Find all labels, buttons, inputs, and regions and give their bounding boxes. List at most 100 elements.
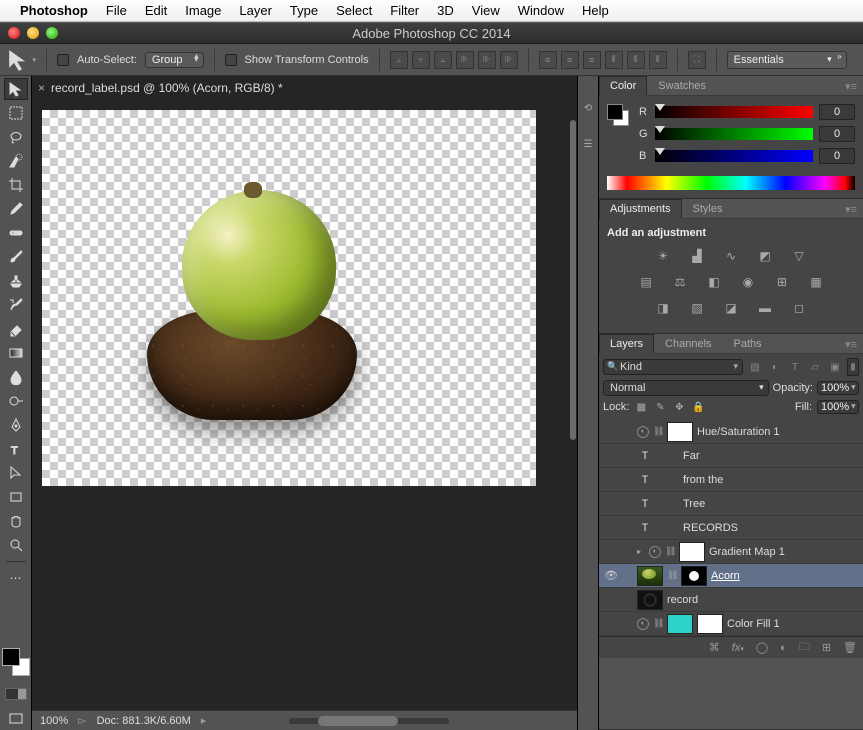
mask-thumbnail[interactable] <box>681 566 707 586</box>
layer-name[interactable]: Acorn <box>711 570 740 582</box>
menu-window[interactable]: Window <box>518 3 564 18</box>
hue-sat-icon[interactable]: ▤ <box>637 273 655 291</box>
visibility-toggle[interactable]: 👁 <box>603 520 619 536</box>
layer-row[interactable]: 👁◐⛓Color Fill 1 <box>599 612 863 636</box>
layer-name[interactable]: Color Fill 1 <box>727 618 780 630</box>
color-balance-icon[interactable]: ⚖ <box>671 273 689 291</box>
filter-smart-icon[interactable]: ▣ <box>827 360 843 374</box>
workspace-switcher[interactable]: Essentials» <box>727 51 847 69</box>
move-tool[interactable] <box>4 78 28 100</box>
maximize-button[interactable] <box>46 27 58 39</box>
align-vcenter-icon[interactable]: ⫟ <box>412 51 430 69</box>
zoom-level[interactable]: 100% <box>40 715 68 727</box>
lock-all-icon[interactable]: 🔒 <box>691 400 705 414</box>
panel-fg-bg-swatch[interactable] <box>607 104 629 126</box>
layer-row[interactable]: 👁⛓Acorn <box>599 564 863 588</box>
layer-fx-icon[interactable]: fx▾ <box>732 642 744 654</box>
eraser-tool[interactable] <box>4 318 28 340</box>
filter-toggle[interactable] <box>847 358 859 376</box>
layer-row[interactable]: 👁Tfrom the <box>599 468 863 492</box>
filter-adjust-icon[interactable]: ◐ <box>767 360 783 374</box>
edit-toolbar-icon[interactable]: ⋯ <box>4 567 28 589</box>
vibrance-icon[interactable]: ▽ <box>790 247 808 265</box>
rectangle-tool[interactable] <box>4 486 28 508</box>
quick-mask-toggle[interactable] <box>5 688 27 700</box>
brush-tool[interactable] <box>4 246 28 268</box>
align-right-icon[interactable]: ⊪ <box>500 51 518 69</box>
invert-icon[interactable]: ◨ <box>654 299 672 317</box>
curves-icon[interactable]: ∿ <box>722 247 740 265</box>
bw-icon[interactable]: ◧ <box>705 273 723 291</box>
lock-transparency-icon[interactable]: ▩ <box>634 400 648 414</box>
dist-vcenter-icon[interactable]: ≡ <box>561 51 579 69</box>
menu-edit[interactable]: Edit <box>145 3 167 18</box>
document-tab[interactable]: × record_label.psd @ 100% (Acorn, RGB/8)… <box>32 76 577 100</box>
gradient-tool[interactable] <box>4 342 28 364</box>
gradient-map-icon[interactable]: ▬ <box>756 299 774 317</box>
new-group-icon[interactable]: 🗀 <box>799 638 810 657</box>
menu-file[interactable]: File <box>106 3 127 18</box>
auto-select-target[interactable]: Group <box>145 52 204 68</box>
blur-tool[interactable] <box>4 366 28 388</box>
menu-photoshop[interactable]: Photoshop <box>20 3 88 18</box>
tab-styles[interactable]: Styles <box>682 199 734 218</box>
dist-right-icon[interactable]: ⦀ <box>649 51 667 69</box>
b-value[interactable]: 0 <box>819 148 855 164</box>
color-swatches[interactable] <box>2 648 30 676</box>
filter-pixel-icon[interactable]: ▧ <box>747 360 763 374</box>
layer-thumbnail[interactable] <box>637 590 663 610</box>
eyedropper-tool[interactable] <box>4 198 28 220</box>
reveal-icon[interactable]: ▸ <box>637 547 645 556</box>
color-panel-menu-icon[interactable]: ▾≡ <box>839 78 863 95</box>
exposure-icon[interactable]: ◩ <box>756 247 774 265</box>
menu-help[interactable]: Help <box>582 3 609 18</box>
hand-tool[interactable] <box>4 510 28 532</box>
g-value[interactable]: 0 <box>819 126 855 142</box>
screen-mode-icon[interactable] <box>4 708 28 730</box>
current-tool-icon[interactable]: ▾ <box>6 49 36 71</box>
minimize-button[interactable] <box>27 27 39 39</box>
visibility-toggle[interactable]: 👁 <box>603 616 619 632</box>
tab-layers[interactable]: Layers <box>599 334 654 354</box>
show-transform-checkbox[interactable] <box>225 54 237 66</box>
quick-select-tool[interactable] <box>4 150 28 172</box>
dist-left-icon[interactable]: ⦀ <box>605 51 623 69</box>
foreground-color-swatch[interactable] <box>2 648 20 666</box>
layer-row[interactable]: 👁TRECORDS <box>599 516 863 540</box>
layer-row[interactable]: 👁▸◐⛓Gradient Map 1 <box>599 540 863 564</box>
color-lookup-icon[interactable]: ▦ <box>807 273 825 291</box>
visibility-toggle[interactable]: 👁 <box>603 448 619 464</box>
3d-mode-icon[interactable]: ⛶ <box>688 51 706 69</box>
zoom-tool[interactable] <box>4 534 28 556</box>
layer-name[interactable]: RECORDS <box>683 522 738 534</box>
lock-pixels-icon[interactable]: ✎ <box>653 400 667 414</box>
close-tab-icon[interactable]: × <box>38 81 45 95</box>
add-mask-icon[interactable]: ◯ <box>756 641 768 654</box>
visibility-toggle[interactable]: 👁 <box>603 544 619 560</box>
doc-info[interactable]: Doc: 881.3K/6.60M <box>97 715 191 727</box>
layer-row[interactable]: 👁TTree <box>599 492 863 516</box>
align-bottom-icon[interactable]: ⫠ <box>434 51 452 69</box>
dodge-tool[interactable] <box>4 390 28 412</box>
menu-image[interactable]: Image <box>185 3 221 18</box>
tab-paths[interactable]: Paths <box>723 334 773 353</box>
fill-value[interactable]: 100% <box>817 400 859 414</box>
horizontal-scrollbar[interactable] <box>289 718 449 724</box>
align-hcenter-icon[interactable]: ⊪ <box>478 51 496 69</box>
lasso-tool[interactable] <box>4 126 28 148</box>
tab-color[interactable]: Color <box>599 76 647 96</box>
opacity-value[interactable]: 100% <box>817 381 859 395</box>
menu-filter[interactable]: Filter <box>390 3 419 18</box>
menu-select[interactable]: Select <box>336 3 372 18</box>
menu-3d[interactable]: 3D <box>437 3 454 18</box>
delete-layer-icon[interactable]: 🗑 <box>843 641 857 654</box>
crop-tool[interactable] <box>4 174 28 196</box>
pen-tool[interactable] <box>4 414 28 436</box>
layer-name[interactable]: Far <box>683 450 700 462</box>
auto-select-checkbox[interactable] <box>57 54 69 66</box>
layer-row[interactable]: 👁TFar <box>599 444 863 468</box>
tab-adjustments[interactable]: Adjustments <box>599 199 682 219</box>
dist-top-icon[interactable]: ≡ <box>539 51 557 69</box>
layer-name[interactable]: from the <box>683 474 723 486</box>
type-tool[interactable]: T <box>4 438 28 460</box>
